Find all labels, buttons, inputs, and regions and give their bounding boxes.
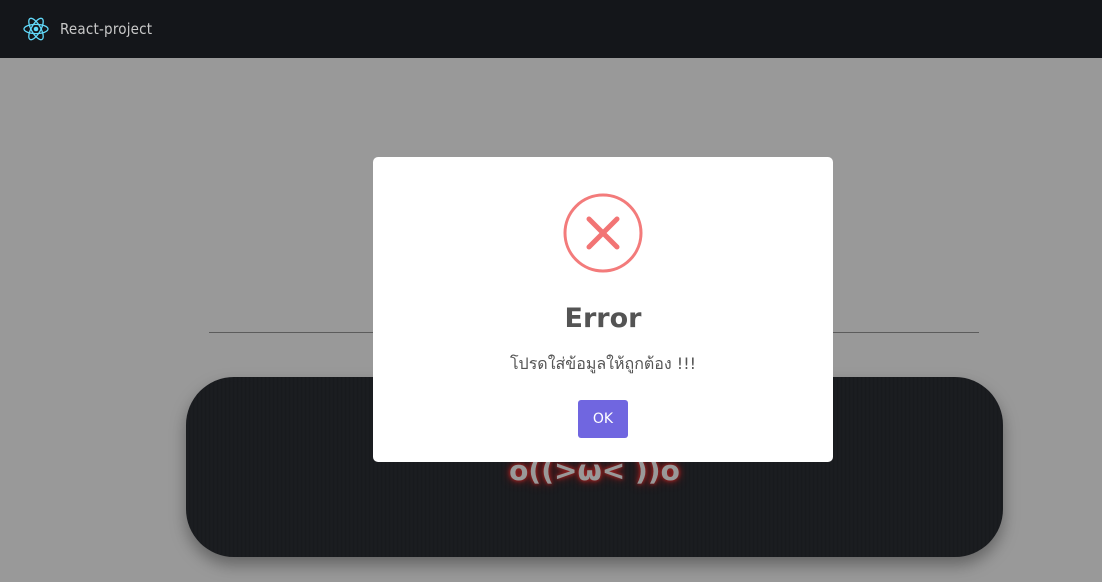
dialog-message: โปรดใส่ข้อมูลให้ถูกต้อง !!! bbox=[509, 354, 697, 373]
dialog-title: Error bbox=[564, 303, 642, 334]
brand-label: React-project bbox=[60, 20, 153, 38]
brand-link[interactable]: React-project bbox=[22, 15, 152, 43]
ok-button[interactable]: OK bbox=[578, 400, 628, 438]
error-x-icon bbox=[563, 193, 643, 273]
navbar: React-project bbox=[0, 0, 1102, 58]
react-logo-icon bbox=[22, 15, 50, 43]
error-dialog: Error โปรดใส่ข้อมูลให้ถูกต้อง !!! OK bbox=[373, 157, 833, 462]
